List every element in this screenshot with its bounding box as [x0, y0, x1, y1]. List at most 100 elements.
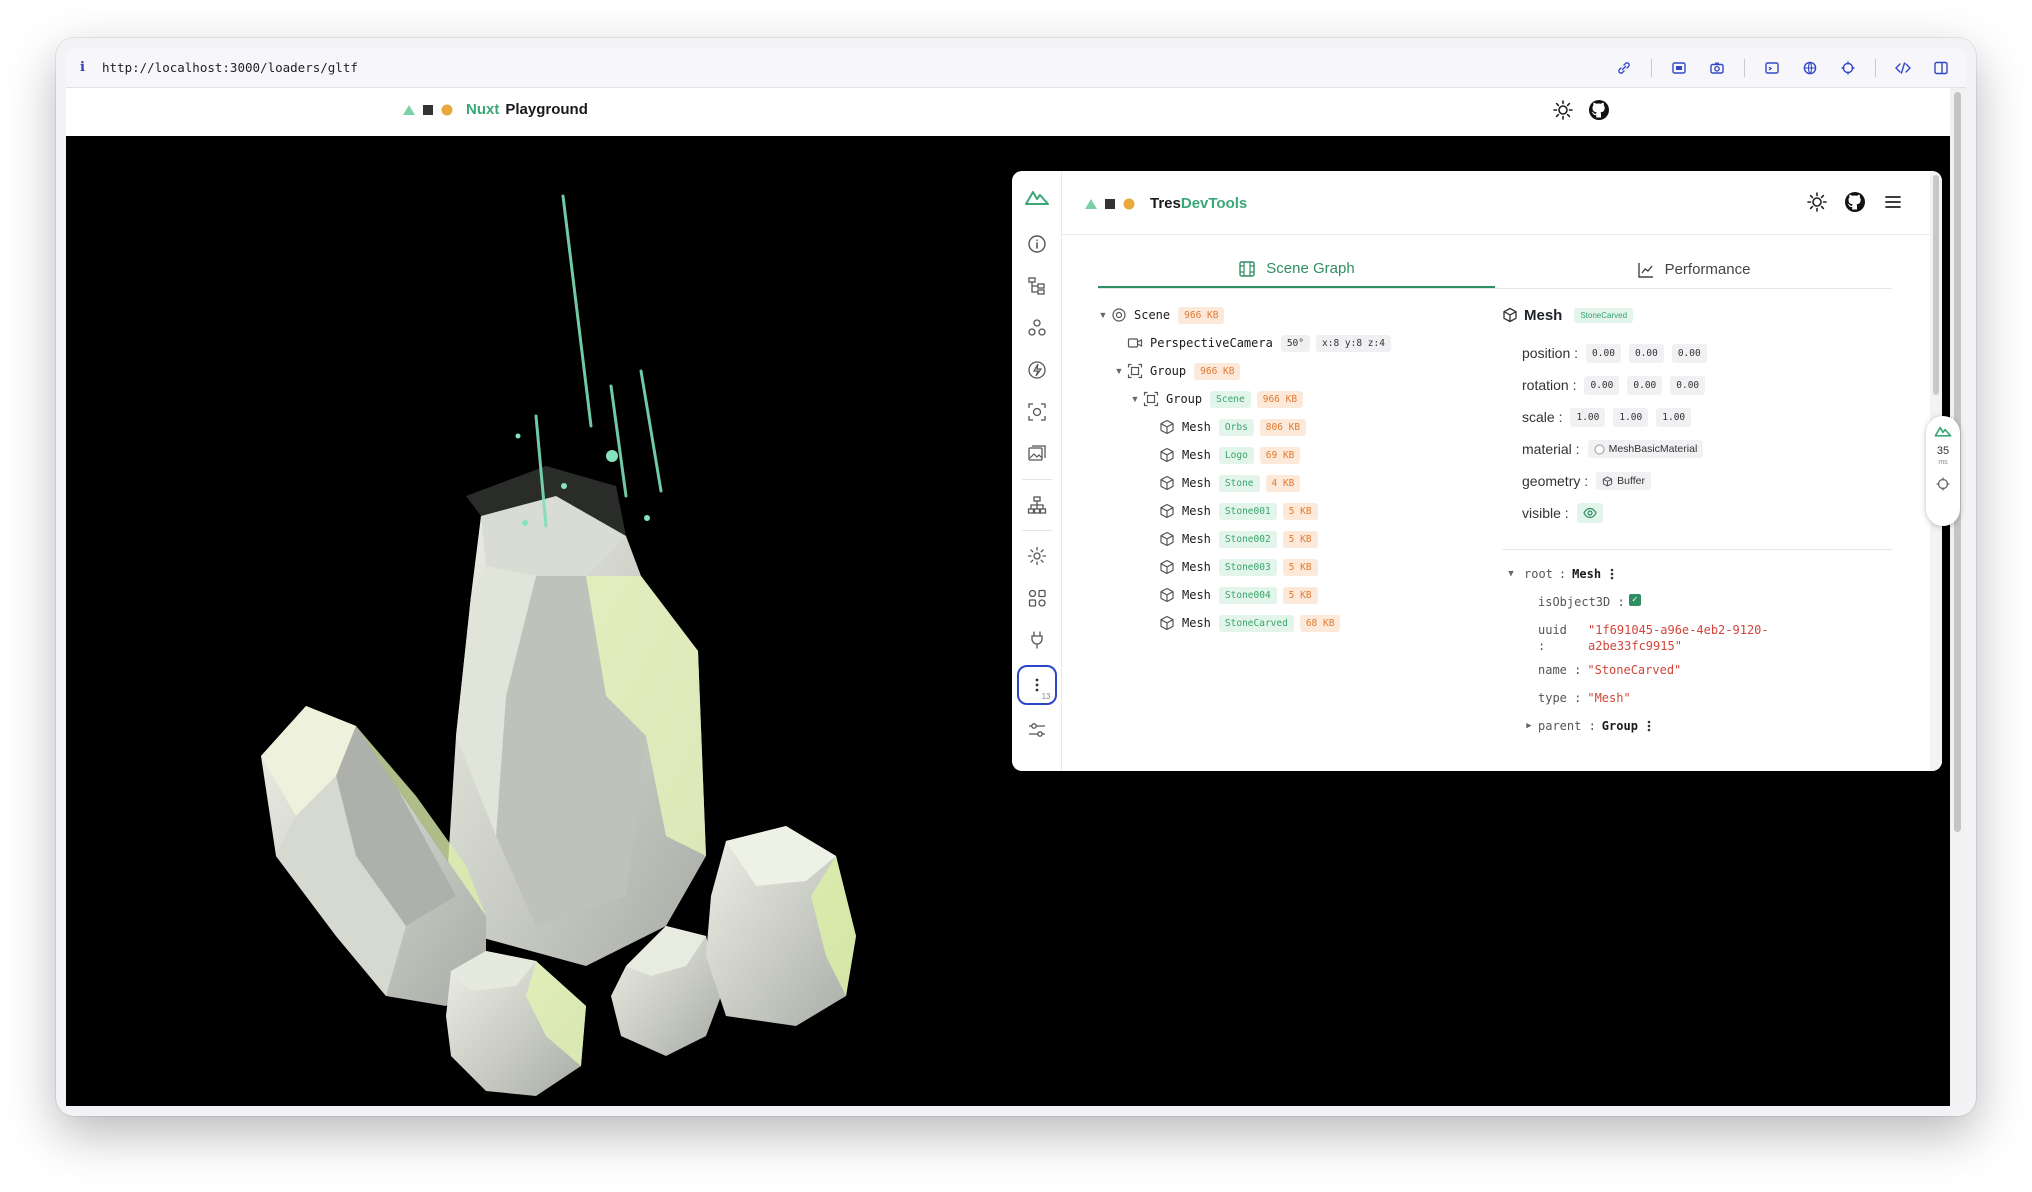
- link-icon[interactable]: [1613, 57, 1635, 79]
- tab-scene-graph[interactable]: Scene Graph: [1098, 251, 1495, 288]
- chevron-down-icon[interactable]: ▼: [1096, 310, 1110, 320]
- plug-icon[interactable]: [1012, 619, 1062, 661]
- chevron-down-icon[interactable]: ▼: [1112, 366, 1126, 376]
- scene-focus-icon[interactable]: [1012, 391, 1062, 433]
- github-icon[interactable]: [1844, 191, 1866, 218]
- name-chip: StoneCarved: [1574, 307, 1634, 323]
- tree-row[interactable]: ▼ Group 966 KB: [1096, 357, 1496, 385]
- divider: [1875, 58, 1876, 77]
- crosshair-icon[interactable]: [1837, 57, 1859, 79]
- triangle-logo-icon: [1085, 198, 1097, 209]
- screenshot-icon[interactable]: [1668, 57, 1690, 79]
- tree-row[interactable]: Mesh Stone 4 KB: [1096, 469, 1496, 497]
- lightning-icon[interactable]: [1012, 349, 1062, 391]
- size-chip: 5 KB: [1282, 502, 1318, 520]
- cube-icon: [1158, 530, 1176, 548]
- brand-playground: Playground: [505, 101, 588, 118]
- position-y[interactable]: 0.00: [1628, 343, 1664, 363]
- prop-geometry: geometry : Buffer: [1522, 465, 1892, 497]
- tree-row[interactable]: Mesh Stone004 5 KB: [1096, 581, 1496, 609]
- tree-row[interactable]: Mesh Stone003 5 KB: [1096, 553, 1496, 581]
- devtools-toggle-pill[interactable]: 35 ms: [1926, 416, 1960, 526]
- tree-row[interactable]: Mesh Stone001 5 KB: [1096, 497, 1496, 525]
- node-name: Mesh: [1182, 448, 1211, 462]
- circle-icon: [1594, 444, 1605, 454]
- crosshair-icon[interactable]: [1935, 476, 1951, 492]
- modules-icon[interactable]: [1012, 577, 1062, 619]
- rotation-z[interactable]: 0.00: [1670, 375, 1706, 395]
- vertical-dots-icon[interactable]: [1609, 567, 1615, 581]
- github-icon[interactable]: [1588, 99, 1610, 126]
- node-name: Scene: [1134, 308, 1171, 322]
- terminal-icon[interactable]: [1761, 57, 1783, 79]
- tree-row[interactable]: Mesh StoneCarved 68 KB: [1096, 609, 1496, 637]
- nuxt-logo-icon[interactable]: [1934, 424, 1952, 438]
- object-name-row: name : "StoneCarved": [1538, 662, 1892, 690]
- material-text: MeshBasicMaterial: [1608, 443, 1698, 455]
- key: uuid: [1538, 623, 1567, 637]
- images-icon[interactable]: [1012, 433, 1062, 475]
- key: isObject3D :: [1538, 595, 1625, 609]
- vertical-dots-icon[interactable]: [1646, 719, 1652, 733]
- info-icon[interactable]: [1012, 223, 1062, 265]
- scale-x[interactable]: 1.00: [1570, 407, 1606, 427]
- split-view-icon[interactable]: [1930, 57, 1952, 79]
- cube-icon: [1158, 586, 1176, 604]
- object-parent-row[interactable]: ▶ parent : Group: [1522, 718, 1892, 746]
- sliders-icon[interactable]: [1012, 709, 1062, 751]
- tab-performance[interactable]: Performance: [1495, 251, 1892, 288]
- object-root-row[interactable]: ▼ root : Mesh: [1504, 566, 1892, 594]
- more-options-button[interactable]: 13: [1016, 665, 1057, 705]
- brand[interactable]: Nuxt Playground: [402, 101, 588, 118]
- cube-icon: [1158, 502, 1176, 520]
- cube-icon: [1158, 446, 1176, 464]
- devtools-header: Tres DevTools: [1062, 171, 1930, 235]
- globe-icon[interactable]: [1799, 57, 1821, 79]
- geometry-value[interactable]: Buffer: [1596, 472, 1651, 490]
- hierarchy-icon[interactable]: [1012, 484, 1062, 526]
- rotation-x[interactable]: 0.00: [1584, 375, 1620, 395]
- tree-row[interactable]: ▼ Group Scene 966 KB: [1096, 385, 1496, 413]
- devtools-scrollbar-thumb[interactable]: [1933, 175, 1939, 395]
- prop-position: position : 0.00 0.00 0.00: [1522, 337, 1892, 369]
- prop-scale: scale : 1.00 1.00 1.00: [1522, 401, 1892, 433]
- menu-icon[interactable]: [1882, 191, 1904, 218]
- rocks-scene-illustration: [261, 194, 856, 1096]
- tree-row[interactable]: PerspectiveCamera 50° x:8 y:8 z:4: [1096, 329, 1496, 357]
- name-chip: Stone: [1218, 474, 1260, 492]
- camera-icon[interactable]: [1706, 57, 1728, 79]
- tree-row[interactable]: Mesh Stone002 5 KB: [1096, 525, 1496, 553]
- material-value[interactable]: MeshBasicMaterial: [1587, 440, 1704, 458]
- prop-label: material :: [1522, 441, 1580, 457]
- visibility-toggle[interactable]: [1576, 503, 1603, 523]
- chevron-right-icon[interactable]: ▶: [1522, 718, 1536, 734]
- node-name: PerspectiveCamera: [1150, 336, 1273, 350]
- scale-z[interactable]: 1.00: [1656, 407, 1692, 427]
- components-icon[interactable]: [1012, 307, 1062, 349]
- code-icon[interactable]: [1892, 57, 1914, 79]
- position-x[interactable]: 0.00: [1586, 343, 1621, 363]
- position-z[interactable]: 0.00: [1671, 343, 1707, 363]
- site-info-icon[interactable]: i: [80, 60, 102, 75]
- rotation-y[interactable]: 0.00: [1627, 375, 1663, 395]
- tree-row[interactable]: Mesh Orbs 806 KB: [1096, 413, 1496, 441]
- scale-y[interactable]: 1.00: [1613, 407, 1649, 427]
- chevron-down-icon[interactable]: ▼: [1504, 566, 1518, 582]
- size-chip: 966 KB: [1256, 390, 1304, 408]
- sun-icon[interactable]: [1806, 191, 1828, 218]
- node-name: Mesh: [1182, 560, 1211, 574]
- chevron-down-icon[interactable]: ▼: [1128, 394, 1142, 404]
- tree-icon[interactable]: [1012, 265, 1062, 307]
- sun-icon[interactable]: [1552, 99, 1574, 126]
- tree-row[interactable]: ▼ Scene 966 KB: [1096, 301, 1496, 329]
- settings-icon[interactable]: [1012, 535, 1062, 577]
- name-chip: Stone001: [1218, 502, 1277, 520]
- prop-visible: visible :: [1522, 497, 1892, 529]
- name-chip: Orbs: [1218, 418, 1254, 436]
- nuxt-logo-icon[interactable]: [1012, 171, 1062, 223]
- inspector-panel: Mesh StoneCarved position : 0.00 0.00 0.…: [1502, 301, 1892, 746]
- tree-row[interactable]: Mesh Logo 69 KB: [1096, 441, 1496, 469]
- checkbox-checked-icon[interactable]: ✓: [1628, 594, 1641, 606]
- url-text[interactable]: http://localhost:3000/loaders/gltf: [102, 60, 358, 75]
- page-scrollbar[interactable]: [1950, 88, 1966, 1106]
